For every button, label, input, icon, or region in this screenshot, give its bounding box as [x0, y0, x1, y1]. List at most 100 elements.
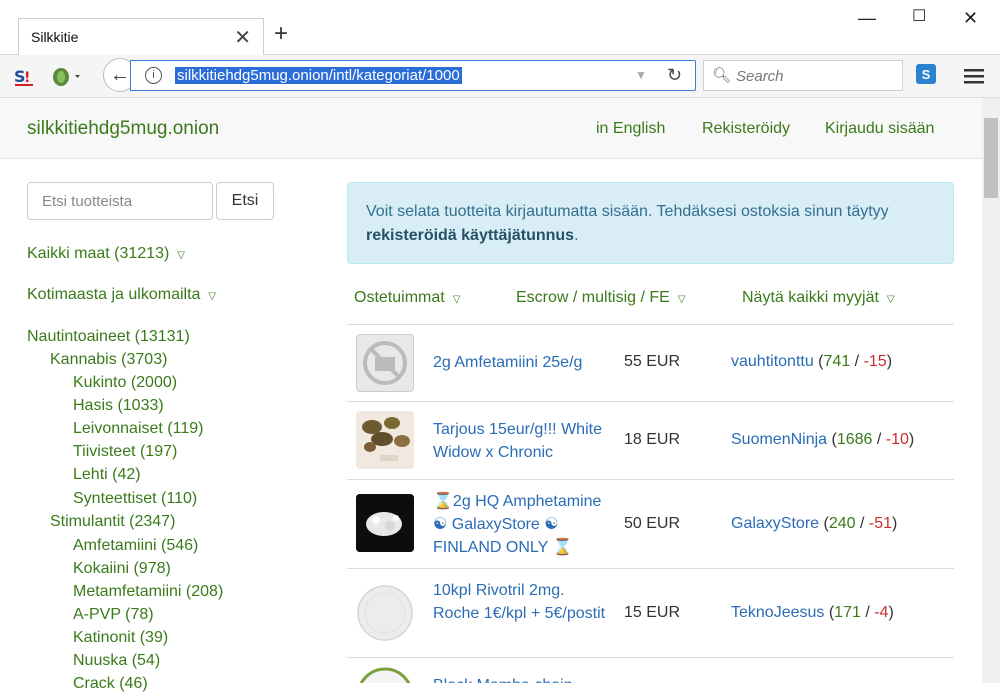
product-title-link[interactable]: 10kpl Rivotril 2mg. Roche 1€/kpl + 5€/po…: [433, 579, 613, 625]
positive-feedback: 741: [823, 353, 851, 370]
browser-search-placeholder: Search: [736, 68, 784, 85]
category-link[interactable]: Metamfetamiini (208): [73, 583, 223, 601]
product-search-input[interactable]: Etsi tuotteista: [27, 182, 213, 220]
country-filter-label: Kaikki maat (31213): [27, 245, 170, 262]
product-price: 15 EUR: [624, 604, 681, 621]
close-window-icon[interactable]: ✕: [963, 8, 978, 29]
category-link[interactable]: Tiivisteet (197): [73, 443, 177, 461]
caret-down-icon: ▽: [677, 294, 686, 305]
row-divider: [347, 657, 954, 658]
maximize-icon[interactable]: ☐: [912, 6, 926, 26]
category-link[interactable]: Kukinto (2000): [73, 374, 177, 392]
alert-period: .: [574, 227, 579, 244]
product-title-link[interactable]: Tarjous 15eur/g!!! White Widow x Chronic: [433, 418, 613, 464]
product-title-link[interactable]: 2g Amfetamiini 25e/g: [433, 351, 613, 374]
row-divider: [347, 401, 954, 402]
reload-icon[interactable]: ↻: [667, 65, 682, 86]
product-image[interactable]: [356, 494, 414, 552]
category-link[interactable]: Hasis (1033): [73, 397, 164, 415]
negative-feedback: -4: [874, 604, 889, 621]
tab-close-icon[interactable]: ✕: [234, 25, 251, 50]
browser-search-field[interactable]: 🔍︎ Search: [703, 60, 903, 91]
category-link[interactable]: Nautintoaineet (13131): [27, 328, 190, 346]
category-link[interactable]: Lehti (42): [73, 466, 141, 484]
product-image[interactable]: [356, 411, 414, 469]
origin-filter-label: Kotimaasta ja ulkomailta: [27, 286, 201, 303]
seller-info: TeknoJeesus (171 / -4): [731, 604, 894, 621]
product-price: 18 EUR: [624, 431, 681, 448]
nav-english[interactable]: in English: [596, 120, 665, 138]
escrow-dropdown[interactable]: Escrow / multisig / FE ▽: [516, 289, 686, 307]
category-link[interactable]: Leivonnaiset (119): [73, 420, 203, 438]
product-title-link[interactable]: ⌛2g HQ Amphetamine ☯ GalaxyStore ☯ FINLA…: [433, 490, 613, 559]
negative-feedback: -15: [863, 353, 887, 370]
category-link[interactable]: Synteettiset (110): [73, 490, 197, 508]
product-price: 50 EUR: [624, 515, 681, 532]
category-link[interactable]: Nuuska (54): [73, 652, 160, 670]
product-price: 55 EUR: [624, 353, 681, 370]
extension-icon[interactable]: S: [916, 64, 936, 84]
tor-onion-icon[interactable]: [50, 64, 86, 88]
page-scrollbar[interactable]: [982, 98, 1000, 683]
escrow-label: Escrow / multisig / FE: [516, 289, 670, 306]
site-brand[interactable]: silkkitiehdg5mug.onion: [27, 118, 219, 140]
alert-text-2: rekisteröidä käyttäjätunnus.: [366, 227, 579, 245]
svg-text:!: !: [24, 70, 30, 86]
positive-feedback: 1686: [836, 431, 873, 448]
minimize-icon[interactable]: —: [858, 8, 876, 29]
origin-filter[interactable]: Kotimaasta ja ulkomailta ▽: [27, 286, 216, 304]
caret-down-icon: ▽: [886, 294, 895, 305]
no-image-icon[interactable]: [356, 334, 414, 392]
info-icon[interactable]: i: [145, 67, 162, 84]
url-text[interactable]: silkkitiehdg5mug.onion/intl/kategoriat/1…: [175, 67, 462, 84]
menu-icon[interactable]: [962, 64, 986, 88]
browser-tabbar: Silkkitie ✕ + — ☐ ✕: [0, 0, 1000, 55]
category-link[interactable]: Kannabis (3703): [50, 351, 167, 369]
category-link[interactable]: A-PVP (78): [73, 606, 154, 624]
sellers-label: Näytä kaikki myyjät: [742, 289, 879, 306]
site-header: silkkitiehdg5mug.onion in English Rekist…: [0, 98, 982, 159]
seller-info: vauhtitonttu (741 / -15): [731, 353, 893, 370]
seller-link[interactable]: SuomenNinja: [731, 431, 827, 448]
negative-feedback: -10: [885, 431, 909, 448]
url-bar[interactable]: i silkkitiehdg5mug.onion/intl/kategoriat…: [130, 60, 696, 91]
caret-down-icon: ▽: [452, 294, 461, 305]
search-button[interactable]: Etsi: [216, 182, 274, 220]
alert-text: Voit selata tuotteita kirjautumatta sisä…: [366, 203, 889, 220]
country-filter[interactable]: Kaikki maat (31213) ▽: [27, 245, 185, 263]
register-link[interactable]: rekisteröidä käyttäjätunnus: [366, 227, 574, 244]
product-image[interactable]: [356, 667, 414, 683]
category-link[interactable]: Crack (46): [73, 675, 148, 693]
product-image[interactable]: [356, 584, 414, 642]
info-alert: Voit selata tuotteita kirjautumatta sisä…: [347, 182, 954, 264]
seller-link[interactable]: GalaxyStore: [731, 515, 819, 532]
sellers-dropdown[interactable]: Näytä kaikki myyjät ▽: [742, 289, 895, 307]
category-link[interactable]: Kokaiini (978): [73, 560, 171, 578]
new-tab-icon[interactable]: +: [274, 20, 288, 48]
seller-info: GalaxyStore (240 / -51): [731, 515, 898, 532]
product-title-link[interactable]: Black Mamba chain: [433, 674, 613, 683]
tab-title: Silkkitie: [31, 29, 79, 45]
positive-feedback: 240: [828, 515, 856, 532]
search-icon: 🔍︎: [712, 67, 732, 84]
seller-link[interactable]: TeknoJeesus: [731, 604, 824, 621]
caret-down-icon: ▽: [177, 250, 185, 261]
dropdown-icon[interactable]: ▼: [635, 68, 647, 82]
category-link[interactable]: Amfetamiini (546): [73, 537, 198, 555]
scrollbar-thumb[interactable]: [984, 118, 998, 198]
nav-register[interactable]: Rekisteröidy: [702, 120, 790, 138]
row-divider: [347, 568, 954, 569]
sort-label: Ostetuimmat: [354, 289, 445, 306]
positive-feedback: 171: [834, 604, 861, 621]
product-search-placeholder: Etsi tuotteista: [42, 193, 133, 210]
negative-feedback: -51: [868, 515, 892, 532]
nav-login[interactable]: Kirjaudu sisään: [825, 120, 934, 138]
sort-dropdown[interactable]: Ostetuimmat ▽: [354, 289, 460, 307]
seller-link[interactable]: vauhtitonttu: [731, 353, 814, 370]
browser-tab[interactable]: Silkkitie ✕: [18, 18, 264, 55]
category-link[interactable]: Katinonit (39): [73, 629, 168, 647]
category-link[interactable]: Stimulantit (2347): [50, 513, 175, 531]
row-divider: [347, 324, 954, 325]
noscript-icon[interactable]: S!: [12, 64, 36, 88]
caret-down-icon: ▽: [208, 291, 217, 302]
